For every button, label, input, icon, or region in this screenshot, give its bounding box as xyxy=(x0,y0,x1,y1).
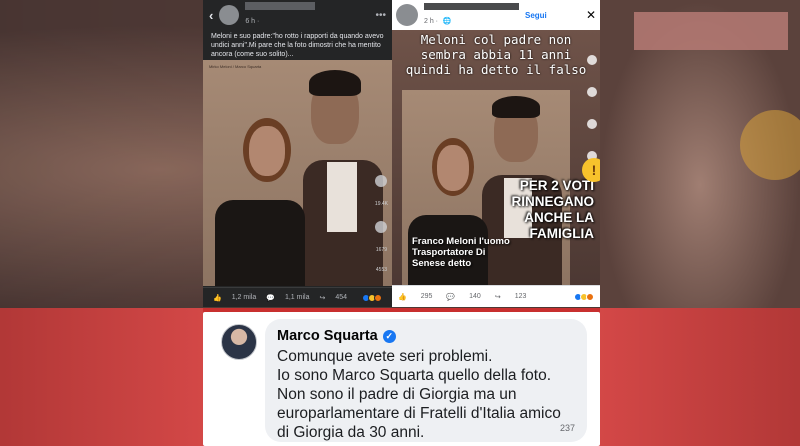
reel-side-actions: 19.4K 1679 4553 xyxy=(375,175,388,273)
side-count: 1679 xyxy=(375,247,388,253)
overlay-subtext: Franco Meloni l'uomo Trasportatore Di Se… xyxy=(412,236,510,269)
overlay-text: PER 2 VOTI RINNEGANO ANCHE LA FAMIGLIA xyxy=(511,178,594,241)
post-footer: 👍 295 💬 140 ↪ 123 xyxy=(392,285,600,307)
post-time: 2 h · xyxy=(424,17,439,25)
side-count: 19.4K xyxy=(374,201,388,207)
post-header: 2 h · 🌐 Segui ✕ xyxy=(392,0,600,30)
comment-text: Comunque avete seri problemi. Io sono Ma… xyxy=(277,348,561,441)
wow-emoji-icon: ! xyxy=(582,158,600,182)
back-arrow-icon[interactable]: ‹ xyxy=(209,8,213,23)
post-header: ‹ 6 h · ••• xyxy=(203,0,392,30)
comment-band: Marco Squarta ✓ Comunque avete seri prob… xyxy=(0,308,800,446)
comment-icon[interactable]: 💬 xyxy=(446,293,455,301)
comment-panel: Marco Squarta ✓ Comunque avete seri prob… xyxy=(203,312,600,446)
photo-caption: Mirko Meloni / Marco Squarta xyxy=(209,64,262,69)
like-icon[interactable]: 👍 xyxy=(213,294,222,302)
blurred-background xyxy=(0,308,203,446)
comment-bubble: Marco Squarta ✓ Comunque avete seri prob… xyxy=(265,319,587,442)
right-post: 2 h · 🌐 Segui ✕ Meloni col padre non sem… xyxy=(392,0,600,307)
like-count: 295 xyxy=(420,293,433,300)
comment-icon[interactable] xyxy=(375,221,388,233)
comment-like-count: 237 xyxy=(559,423,575,433)
comment-icon[interactable]: 💬 xyxy=(266,294,275,302)
close-icon[interactable]: ✕ xyxy=(586,8,596,22)
redacted-name xyxy=(245,2,316,10)
reaction-icons xyxy=(362,293,382,302)
blurred-background xyxy=(600,308,800,446)
like-count: 1,2 mila xyxy=(231,294,257,301)
share-icon[interactable] xyxy=(587,119,597,129)
commenter-name[interactable]: Marco Squarta xyxy=(277,328,378,344)
share-count: 123 xyxy=(514,293,527,300)
avatar[interactable] xyxy=(219,5,240,25)
comment-count: 1,1 mila xyxy=(284,294,310,301)
like-icon[interactable]: 👍 xyxy=(398,293,407,301)
heart-icon[interactable] xyxy=(375,175,388,187)
follow-button[interactable]: Segui xyxy=(525,11,547,20)
author-block: 6 h · xyxy=(245,2,316,28)
share-icon[interactable]: ↪ xyxy=(319,294,325,302)
reaction-icons xyxy=(574,292,594,301)
redaction-block xyxy=(634,12,788,50)
post-text: Meloni e suo padre:"ho rotto i rapporti … xyxy=(211,33,384,58)
avatar[interactable] xyxy=(396,4,418,26)
heart-icon[interactable] xyxy=(587,55,597,65)
post-footer: 👍 1,2 mila 💬 1,1 mila ↪ 454 xyxy=(203,287,392,307)
post-photo[interactable]: Mirko Meloni / Marco Squarta xyxy=(203,60,392,286)
author-block: 2 h · 🌐 xyxy=(424,2,519,28)
redacted-name xyxy=(424,2,519,10)
comment-icon[interactable] xyxy=(587,87,597,97)
commenter-row: Marco Squarta ✓ xyxy=(277,327,575,345)
reel-side-actions xyxy=(584,55,600,161)
commenter-avatar[interactable] xyxy=(221,324,257,360)
left-post: ‹ 6 h · ••• Meloni e suo padre:"ho rotto… xyxy=(203,0,392,307)
share-count: 454 xyxy=(335,294,348,301)
collage: ‹ 6 h · ••• Meloni e suo padre:"ho rotto… xyxy=(0,0,800,446)
comment-count: 140 xyxy=(469,293,481,300)
side-count: 4553 xyxy=(375,267,388,273)
globe-icon: 🌐 xyxy=(442,17,452,25)
verified-badge-icon: ✓ xyxy=(382,329,396,343)
post-time: 6 h · xyxy=(245,18,260,25)
more-options-icon[interactable]: ••• xyxy=(375,10,386,21)
video-caption: Meloni col padre non sembra abbia 11 ann… xyxy=(405,32,587,77)
share-icon[interactable]: ↪ xyxy=(495,293,501,301)
